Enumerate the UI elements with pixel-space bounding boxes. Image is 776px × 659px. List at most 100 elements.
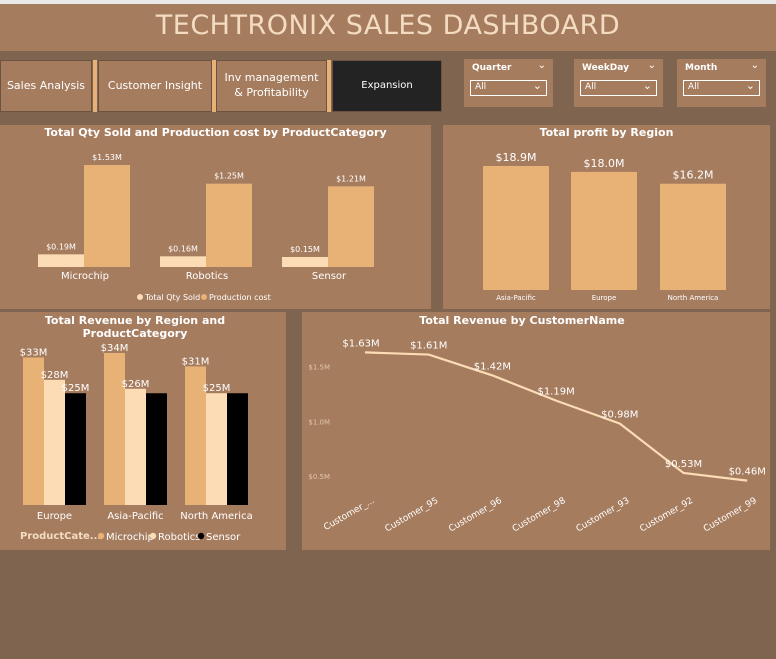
weekday-slicer: WeekDay ⌄ All ⌄ xyxy=(574,59,663,107)
x-tick-label: Robotics xyxy=(186,271,229,282)
x-tick-label: Microchip xyxy=(61,271,109,282)
x-tick-label: Sensor xyxy=(312,271,347,282)
tab-divider xyxy=(327,60,331,112)
tab-sales-analysis[interactable]: Sales Analysis xyxy=(0,60,92,112)
bar-robotics xyxy=(206,393,227,505)
y-tick-label: $1.5M xyxy=(308,364,330,372)
data-label: $0.53M xyxy=(665,459,702,470)
quarter-slicer-label: Quarter xyxy=(472,63,512,73)
data-label: $34M xyxy=(101,343,129,354)
bar-production-cost xyxy=(84,165,130,267)
legend-dot-icon xyxy=(137,294,143,300)
data-label: $25M xyxy=(203,383,231,394)
data-label: $18.0M xyxy=(584,157,625,170)
bar-total-qty-sold xyxy=(282,257,328,267)
weekday-slicer-label: WeekDay xyxy=(582,63,629,73)
legend-label: Sensor xyxy=(206,532,241,543)
bar-profit xyxy=(660,183,726,290)
data-label: $1.61M xyxy=(410,341,447,352)
revenue-region-panel: Total Revenue by Region and ProductCateg… xyxy=(0,312,286,550)
x-tick-label: Asia-Pacific xyxy=(107,511,163,522)
revenue-region-chart: $33M $28M $25M Europe $34M $26M Asia-Pacific $3… xyxy=(20,343,253,543)
data-label: $0.19M xyxy=(46,242,76,251)
bar-total-qty-sold xyxy=(160,256,206,267)
data-label: $0.98M xyxy=(601,410,638,421)
x-tick-label: Asia-Pacific xyxy=(496,294,536,302)
legend-dot-icon xyxy=(149,532,157,540)
bar-sensor xyxy=(146,393,167,505)
x-tick-label: Europe xyxy=(592,294,617,302)
y-tick-label: $1.0M xyxy=(308,418,330,426)
legend-title: ProductCate... xyxy=(20,531,101,542)
data-label: $0.46M xyxy=(729,467,766,478)
chevron-down-icon[interactable]: ⌄ xyxy=(751,60,759,71)
legend-label: Production cost xyxy=(209,293,271,302)
x-tick-label: Customer_98 xyxy=(511,496,568,535)
data-label: $1.19M xyxy=(537,387,574,398)
chevron-down-icon: ⌄ xyxy=(745,79,755,92)
tab-customer-insight[interactable]: Customer Insight xyxy=(98,60,212,112)
month-slicer: Month ⌄ All ⌄ xyxy=(677,59,766,107)
bar-sensor xyxy=(65,393,86,505)
bar-robotics xyxy=(125,388,146,505)
dashboard-title: TECHTRONIX SALES DASHBOARD xyxy=(155,10,621,41)
x-tick-label: Customer_96 xyxy=(447,496,504,535)
bar-sensor xyxy=(227,393,248,505)
quarter-slicer: Quarter ⌄ All ⌄ xyxy=(464,59,553,107)
quarter-dropdown-value: All xyxy=(475,82,487,92)
bar-profit xyxy=(571,171,637,290)
legend-label: Microchip xyxy=(106,532,154,543)
x-tick-label: Customer_99 xyxy=(702,496,759,535)
month-dropdown-value: All xyxy=(688,82,700,92)
tab-inv-management[interactable]: Inv management & Profitability xyxy=(216,60,327,112)
bar-production-cost xyxy=(206,183,252,267)
revenue-customer-chart: $1.5M $1.0M $0.5M $1.63M Customer_... $1.61M C… xyxy=(308,338,766,535)
chevron-down-icon[interactable]: ⌄ xyxy=(538,60,546,71)
legend-label: Total Qty Sold xyxy=(144,293,200,302)
legend-dot-icon xyxy=(97,532,105,540)
chevron-down-icon[interactable]: ⌄ xyxy=(648,60,656,71)
chevron-down-icon: ⌄ xyxy=(642,79,652,92)
x-tick-label: Europe xyxy=(37,511,72,522)
weekday-dropdown-value: All xyxy=(585,82,597,92)
data-label: $16.2M xyxy=(673,169,714,182)
data-label: $1.42M xyxy=(474,361,511,372)
x-tick-label: Customer_... xyxy=(322,496,376,533)
data-label: $33M xyxy=(20,347,48,358)
data-label: $25M xyxy=(62,383,90,394)
qty-cost-panel: Total Qty Sold and Production cost by Pr… xyxy=(0,125,431,309)
profit-region-panel: Total profit by Region $18.9M Asia-Pacifi… xyxy=(443,125,770,309)
chevron-down-icon: ⌄ xyxy=(532,79,542,92)
data-label: $0.16M xyxy=(168,244,198,253)
data-label: $1.53M xyxy=(92,153,122,162)
qty-cost-chart: $0.19M $1.53M Microchip $0.16M $1.25M Robotic… xyxy=(38,153,374,302)
data-label: $18.9M xyxy=(496,151,537,164)
data-label: $0.15M xyxy=(290,245,320,254)
data-label: $26M xyxy=(122,379,150,390)
quarter-dropdown[interactable]: All ⌄ xyxy=(470,79,547,96)
data-label: $1.21M xyxy=(336,174,366,183)
legend-label: Robotics xyxy=(158,532,201,543)
x-tick-label: North America xyxy=(180,511,252,522)
x-tick-label: Customer_92 xyxy=(638,496,695,534)
profit-region-chart: $18.9M Asia-Pacific $18.0M Europe $16.2M Nort… xyxy=(483,151,726,302)
revenue-customer-panel: Total Revenue by CustomerName $1.5M $1.0M… xyxy=(302,312,770,550)
bar-robotics xyxy=(44,379,65,505)
data-label: $28M xyxy=(41,370,69,381)
bar-profit xyxy=(483,166,549,290)
bar-production-cost xyxy=(328,186,374,267)
month-dropdown[interactable]: All ⌄ xyxy=(683,79,760,96)
bar-total-qty-sold xyxy=(38,254,84,267)
tab-expansion[interactable]: Expansion xyxy=(332,60,442,112)
y-tick-label: $0.5M xyxy=(308,473,330,481)
legend-dot-icon xyxy=(201,294,207,300)
x-tick-label: Customer_95 xyxy=(384,496,441,534)
x-tick-label: North America xyxy=(668,294,719,302)
weekday-dropdown[interactable]: All ⌄ xyxy=(580,79,657,96)
data-label: $1.25M xyxy=(214,172,244,181)
legend-dot-icon xyxy=(197,532,205,540)
bar-microchip xyxy=(104,353,125,505)
month-slicer-label: Month xyxy=(685,63,718,73)
x-tick-label: Customer_93 xyxy=(575,496,632,534)
data-label: $31M xyxy=(182,356,210,367)
